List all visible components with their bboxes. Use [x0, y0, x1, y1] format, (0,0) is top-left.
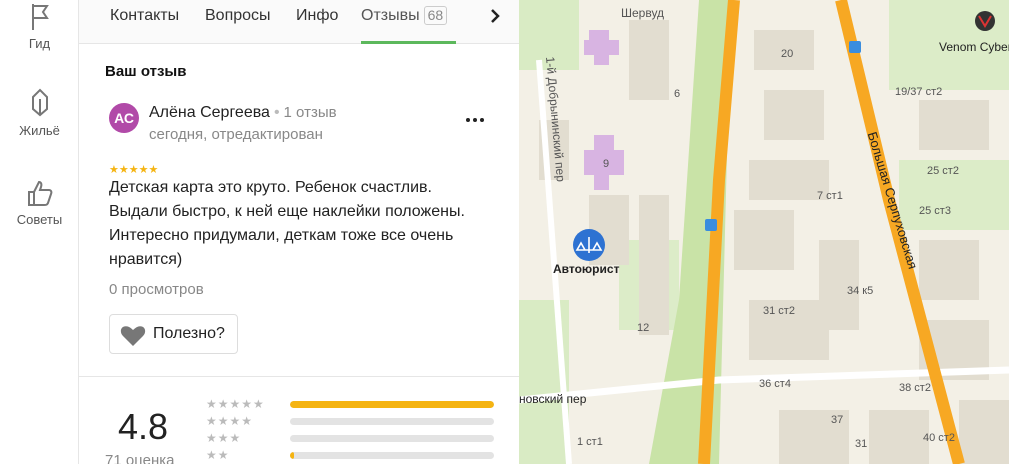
- map-label-sherwood: Шервуд: [621, 6, 665, 20]
- review-stars: ★★★★★: [109, 160, 158, 176]
- left-rail: Гид Жильё Советы: [0, 0, 79, 464]
- bar-track: [290, 418, 494, 425]
- map-label-31: 31: [855, 438, 868, 450]
- map-label-12: 12: [637, 322, 650, 334]
- reviews-count-badge: 68: [423, 6, 448, 25]
- bar-stars-2: ★★: [206, 448, 230, 462]
- bar-track: [290, 435, 494, 442]
- rail-label-housing: Жильё: [19, 123, 60, 138]
- tab-bar: Контакты Вопросы Инфо Отзывы 68: [79, 0, 519, 44]
- author-line: Алёна Сергеева • 1 отзыв: [149, 104, 337, 122]
- tab-info[interactable]: Инфо: [296, 6, 338, 26]
- flag-icon: [31, 4, 49, 30]
- tab-questions[interactable]: Вопросы: [205, 6, 271, 26]
- bar-track: [290, 401, 494, 408]
- rating-count: 71 оценка: [105, 452, 175, 464]
- map-label-34-5: 34 к5: [847, 285, 874, 297]
- map-label-autolawyer[interactable]: Автоюрист: [553, 262, 619, 276]
- author-review-count: 1 отзыв: [283, 104, 337, 121]
- house-icon: [31, 88, 48, 117]
- review-date: сегодня, отредактирован: [149, 126, 323, 143]
- map-label-25-3: 25 ст3: [919, 205, 951, 217]
- section-title: Ваш отзыв: [105, 63, 187, 80]
- avatar[interactable]: АС: [109, 103, 139, 133]
- rail-label-tips: Советы: [16, 212, 63, 227]
- bar-stars-4: ★★★★: [206, 414, 254, 428]
- rating-value: 4.8: [118, 406, 169, 447]
- thumbs-up-icon: [27, 180, 52, 206]
- map-label-7-1: 7 ст1: [817, 190, 843, 202]
- map-label-36-4: 36 ст4: [759, 378, 791, 390]
- bar-stars-3: ★★★: [206, 431, 242, 445]
- review-text: Детская карта это круто. Ребенок счастли…: [109, 179, 465, 268]
- tab-reviews[interactable]: Отзывы 68: [361, 6, 448, 26]
- star-icon: ★: [148, 164, 159, 176]
- useful-button[interactable]: Полезно?: [109, 314, 238, 354]
- divider: [79, 376, 519, 377]
- star-icon: ★: [138, 164, 149, 176]
- chevron-right-icon[interactable]: [484, 6, 508, 26]
- tab-contacts[interactable]: Контакты: [110, 6, 179, 26]
- rail-item-housing[interactable]: Жильё: [0, 87, 79, 138]
- map-label-9: 9: [603, 158, 610, 170]
- active-tab-indicator: [361, 41, 456, 44]
- map-label-lane-bottom: новский пер: [519, 392, 587, 406]
- bar-fill: [290, 401, 494, 408]
- bar-stars-5: ★★★★★: [206, 397, 265, 411]
- map-label-25-2: 25 ст2: [927, 165, 959, 177]
- rail-label-guide: Гид: [28, 36, 51, 51]
- rail-item-guide[interactable]: Гид: [0, 2, 79, 51]
- map-label-40-2: 40 ст2: [923, 432, 955, 444]
- map-label-38-2: 38 ст2: [899, 382, 931, 394]
- map-label-1-1: 1 ст1: [577, 436, 603, 448]
- map-label-20: 20: [781, 48, 794, 60]
- useful-label: Полезно?: [153, 325, 225, 342]
- bar-fill: [290, 452, 295, 459]
- tab-reviews-label: Отзывы: [361, 7, 420, 24]
- map-label-31-2: 31 ст2: [763, 305, 795, 317]
- separator-dot: •: [273, 104, 280, 121]
- author-name[interactable]: Алёна Сергеева: [149, 104, 270, 121]
- bar-track: [290, 452, 494, 459]
- map-label-6: 6: [674, 88, 681, 100]
- map-label-19-37: 19/37 ст2: [895, 86, 943, 98]
- heart-icon: [120, 326, 146, 346]
- place-panel: Контакты Вопросы Инфо Отзывы 68 Ваш отзыв…: [79, 0, 519, 464]
- star-icon: ★: [109, 164, 119, 176]
- views-count: 0 просмотров: [109, 281, 204, 298]
- map-view[interactable]: Шервуд Venom Cyber 1-й Добрынинский пер …: [519, 0, 1009, 464]
- rail-item-tips[interactable]: Советы: [0, 178, 79, 227]
- star-icon: ★: [128, 164, 139, 176]
- map-label-37: 37: [831, 414, 844, 426]
- more-options-icon[interactable]: [463, 110, 487, 130]
- star-icon: ★: [118, 164, 129, 176]
- map-label-venom[interactable]: Venom Cyber: [939, 40, 1009, 54]
- map-canvas: [519, 0, 1009, 464]
